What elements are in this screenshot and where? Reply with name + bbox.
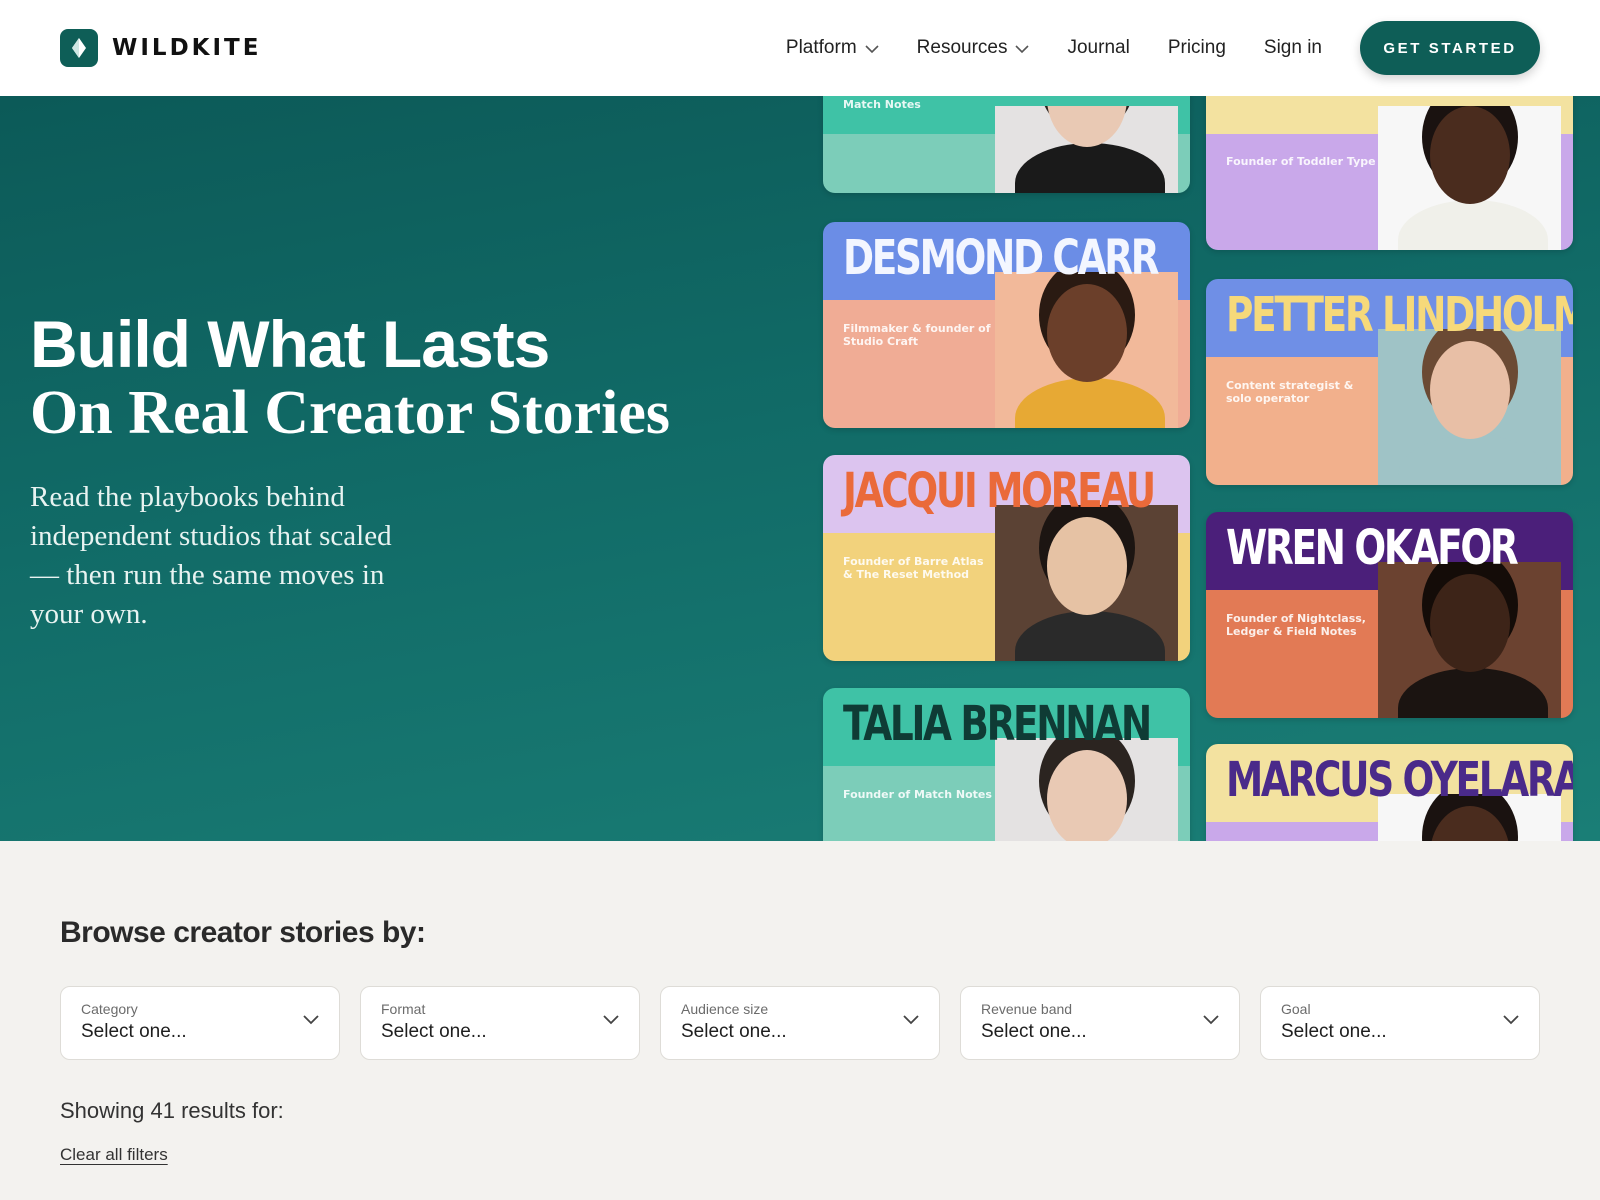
card-creator-description: Filmmaker & founder of Studio Craft [843,322,991,348]
card-creator-name: JACQUI MOREAU [843,463,1156,519]
nav-resources[interactable]: Resources [917,37,1030,59]
chevron-down-icon [1203,1015,1219,1025]
hero-title: Build What Lasts [30,307,550,381]
nav-journal[interactable]: Journal [1067,37,1129,59]
nav-platform[interactable]: Platform [786,37,879,59]
nav-pricing-label: Pricing [1167,37,1226,58]
kite-logo-icon [60,29,98,67]
nav-journal-label: Journal [1067,37,1130,58]
card-creator-name: WREN OKAFOR [1226,520,1519,576]
chevron-down-icon [603,1015,619,1025]
filter-label: Category [81,1001,138,1017]
photo-face [1047,106,1127,147]
chevron-down-icon [303,1015,319,1025]
creator-photo [1378,329,1561,485]
photo-face [1047,750,1127,841]
filter-label: Goal [1281,1001,1311,1017]
filter-label: Audience size [681,1001,769,1017]
photo-face [1047,284,1127,382]
photo-torso [1015,143,1165,193]
creator-card[interactable]: MARCUS OYELARAN [1206,744,1573,841]
card-creator-description: Founder of Match Notes [843,788,992,801]
goal-select[interactable]: Goal Select one... [1260,986,1540,1060]
card-creator-name: DESMOND CARR [843,230,1160,286]
filter-value: Select one... [1281,1021,1387,1042]
creator-photo [995,106,1178,193]
creator-photo [1378,106,1561,250]
photo-torso [1398,200,1548,250]
filter-value: Select one... [981,1021,1087,1042]
nav-sign-in-label: Sign in [1263,37,1322,58]
card-creator-name: PETTER LINDHOLM [1226,287,1573,343]
creator-card[interactable]: WREN OKAFOR Founder of Nightclass, Ledger… [1206,512,1573,718]
brand-logo[interactable]: WILDKITE [60,29,261,67]
nav-sign-in[interactable]: Sign in [1264,37,1322,59]
site-header: WILDKITE Platform Resources Journal Pric… [0,0,1600,96]
category-select[interactable]: Category Select one... [60,986,340,1060]
chevron-down-icon [1015,44,1030,53]
card-creator-description: Founder of Toddler Type [1226,155,1376,168]
brand-name: WILDKITE [112,35,262,61]
creator-photo [995,505,1178,661]
creator-card[interactable]: Founder of Toddler Type [1206,96,1573,250]
creator-card[interactable]: JACQUI MOREAU Founder of Barre Atlas & Th… [823,455,1190,661]
photo-face [1430,106,1510,204]
filter-value: Select one... [381,1021,487,1042]
card-creator-name: MARCUS OYELARAN [1226,752,1573,808]
creator-photo [995,738,1178,841]
creator-card[interactable]: TALIA BRENNAN Founder of Match Notes [823,688,1190,841]
hero-subtitle: On Real Creator Stories [30,379,670,447]
chevron-down-icon [1503,1015,1519,1025]
card-creator-description: Founder of Barre Atlas & The Reset Metho… [843,555,984,581]
browse-title: Browse creator stories by: [60,916,426,949]
revenue-band-select[interactable]: Revenue band Select one... [960,986,1240,1060]
main-nav: Platform Resources Journal Pricing Sign … [748,21,1540,75]
card-creator-description: Founder of Nightclass, Ledger & Field No… [1226,612,1366,638]
card-creator-name: TALIA BRENNAN [843,696,1152,752]
chevron-down-icon [865,44,879,53]
card-creator-description: Content strategist & solo operator [1226,379,1354,405]
filter-bar: Category Select one... Format Select one… [60,986,1540,1060]
clear-filters-link[interactable]: Clear all filters [60,1145,168,1165]
photo-face [1430,574,1510,672]
filter-value: Select one... [681,1021,787,1042]
photo-face [1047,517,1127,615]
format-select[interactable]: Format Select one... [360,986,640,1060]
filter-label: Format [381,1001,426,1017]
creator-photo [995,272,1178,428]
photo-torso [1015,378,1165,428]
creator-card[interactable]: Match Notes [823,96,1190,193]
photo-torso [1398,435,1548,485]
nav-platform-label: Platform [785,37,857,58]
photo-torso [1398,668,1548,718]
filter-value: Select one... [81,1021,187,1042]
results-count: Showing 41 results for: [60,1098,284,1123]
hero-section: Build What Lasts On Real Creator Stories… [0,96,1600,841]
get-started-button[interactable]: GET STARTED [1360,21,1540,75]
filter-label: Revenue band [981,1001,1073,1017]
card-creator-description: Match Notes [843,98,921,111]
audience-size-select[interactable]: Audience size Select one... [660,986,940,1060]
photo-torso [1015,611,1165,661]
creator-card[interactable]: DESMOND CARR Filmmaker & founder of Studi… [823,222,1190,428]
photo-face [1430,341,1510,439]
nav-pricing[interactable]: Pricing [1168,37,1226,59]
nav-resources-label: Resources [916,37,1008,58]
creator-photo [1378,562,1561,718]
chevron-down-icon [903,1015,919,1025]
hero-body: Read the playbooks behind independent st… [30,481,392,630]
creator-card[interactable]: PETTER LINDHOLM Content strategist & solo… [1206,279,1573,485]
